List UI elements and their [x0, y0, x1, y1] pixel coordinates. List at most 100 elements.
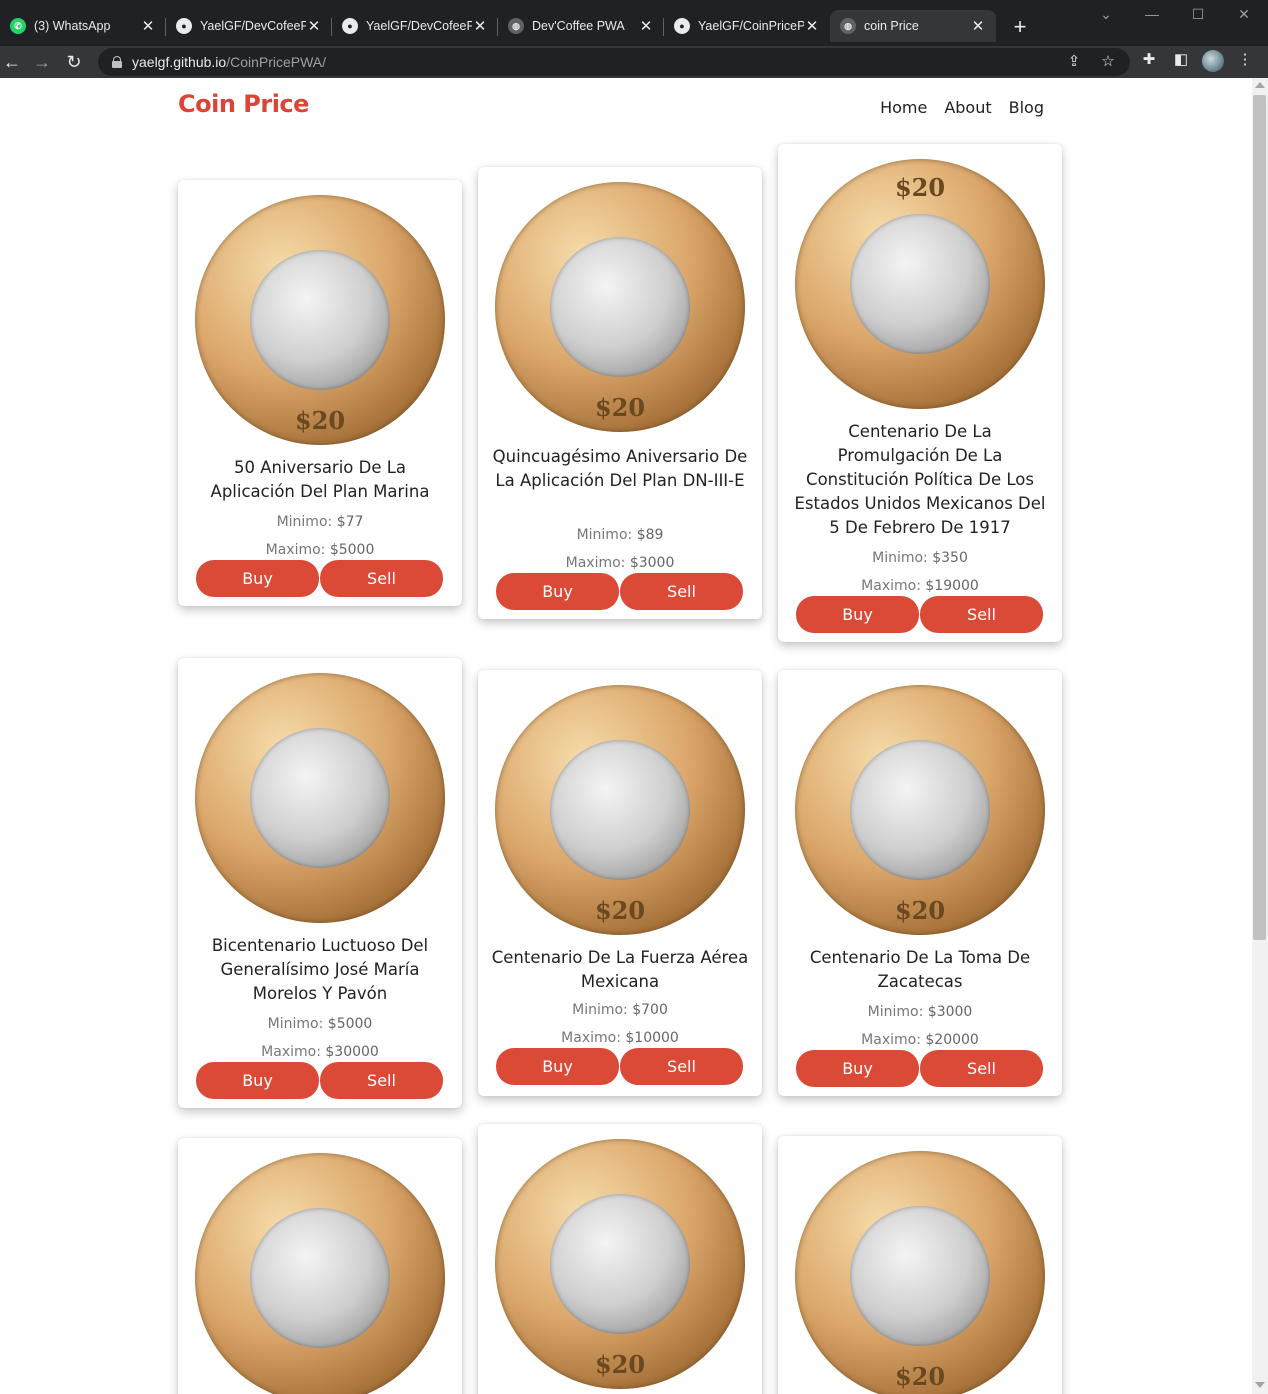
coin-image: $20 — [795, 159, 1045, 409]
close-icon[interactable]: ✕ — [970, 17, 986, 35]
coin-image: $20 — [495, 1139, 745, 1389]
tab-devcoffee-pwa[interactable]: ◍ Dev'Coffee PWA ✕ — [498, 10, 664, 42]
coin-card: $20 Centenario De La Fuerza Aérea Mexica… — [478, 670, 762, 1096]
coin-card: $20 Quincuagésimo Aniversario De La Apli… — [478, 167, 762, 619]
coin-image: $20 — [795, 685, 1045, 935]
buy-button[interactable]: Buy — [196, 560, 319, 597]
coin-title: Centenario De La Fuerza Aérea Mexicana — [491, 948, 749, 991]
sell-button[interactable]: Sell — [320, 1062, 443, 1099]
coin-card: $20 — [778, 1136, 1062, 1394]
coin-image: $20 — [495, 685, 745, 935]
tab-title: YaelGF/DevCofeePWA — [200, 19, 306, 33]
coin-image: $20 — [195, 195, 445, 445]
min-price: Minimo: $700 — [572, 1002, 668, 1018]
lock-icon[interactable] — [112, 56, 122, 68]
coin-image — [195, 1153, 445, 1394]
buy-button[interactable]: Buy — [496, 1048, 619, 1085]
url-host: yaelgf.github.io — [132, 54, 227, 70]
sell-button[interactable]: Sell — [620, 573, 743, 610]
coin-title: Quincuagésimo Aniversario De La Aplicaci… — [492, 447, 748, 490]
buy-button[interactable]: Buy — [196, 1062, 319, 1099]
bookmark-star-icon[interactable]: ☆ — [1098, 52, 1118, 70]
tab-github-devcofee-1[interactable]: ● YaelGF/DevCofeePWA ✕ — [166, 10, 332, 42]
globe-icon: ◍ — [840, 18, 856, 34]
site-brand[interactable]: Coin Price — [178, 90, 309, 118]
tab-title: YaelGF/DevCofeePWA — [366, 19, 472, 33]
sell-button[interactable]: Sell — [920, 1050, 1043, 1087]
tab-github-devcofee-2[interactable]: ● YaelGF/DevCofeePWA ✕ — [332, 10, 498, 42]
maximize-icon[interactable]: ☐ — [1188, 6, 1208, 23]
coin-image: $20 — [795, 1151, 1045, 1394]
new-tab-button[interactable]: + — [1008, 14, 1032, 40]
tab-title: Dev'Coffee PWA — [532, 19, 625, 33]
github-icon: ● — [176, 18, 192, 34]
tab-search-icon[interactable]: ⌄ — [1096, 6, 1116, 23]
sell-button[interactable]: Sell — [620, 1048, 743, 1085]
sell-button[interactable]: Sell — [920, 596, 1043, 633]
coin-card — [178, 1138, 462, 1394]
browser-tab-strip: ✆ (3) WhatsApp ✕ ● YaelGF/DevCofeePWA ✕ … — [0, 0, 1268, 46]
nav-home-link[interactable]: Home — [880, 98, 927, 117]
github-icon: ● — [674, 18, 690, 34]
min-price: Minimo: $350 — [872, 550, 968, 566]
max-price: Maximo: $3000 — [565, 555, 675, 571]
tab-title: coin Price — [864, 19, 919, 33]
tab-whatsapp[interactable]: ✆ (3) WhatsApp ✕ — [0, 10, 166, 42]
max-price: Maximo: $10000 — [561, 1030, 679, 1046]
menu-kebab-icon[interactable]: ⋮ — [1234, 50, 1256, 72]
reload-icon[interactable]: ↻ — [62, 50, 86, 74]
max-price: Maximo: $20000 — [861, 1032, 979, 1048]
scroll-up-arrow-icon[interactable] — [1255, 82, 1265, 88]
url-path: /CoinPricePWA/ — [226, 54, 327, 70]
side-panel-icon[interactable]: ◧ — [1170, 50, 1192, 72]
close-icon[interactable]: ✕ — [638, 17, 654, 35]
coin-card: $20 Centenario De La Promulgación De La … — [778, 144, 1062, 642]
address-bar[interactable]: yaelgf.github.io/CoinPricePWA/ ⇪ ☆ — [98, 48, 1130, 76]
close-icon[interactable]: ✕ — [140, 17, 156, 35]
main-nav: Home About Blog — [880, 98, 1044, 117]
close-icon[interactable]: ✕ — [804, 17, 820, 35]
coin-image: $20 — [495, 182, 745, 432]
window-close-icon[interactable]: ✕ — [1234, 6, 1254, 23]
globe-icon: ◍ — [508, 18, 524, 34]
minimize-icon[interactable]: — — [1142, 6, 1162, 22]
scrollbar-thumb[interactable] — [1253, 95, 1266, 940]
min-price: Minimo: $77 — [276, 514, 364, 530]
max-price: Maximo: $19000 — [861, 578, 979, 594]
close-icon[interactable]: ✕ — [472, 17, 488, 35]
web-page: Coin Price Home About Blog $20 50 Aniver… — [0, 78, 1252, 1394]
max-price: Maximo: $5000 — [265, 542, 375, 558]
forward-arrow-icon[interactable]: → — [30, 50, 54, 74]
extensions-puzzle-icon[interactable]: ✚ — [1138, 50, 1160, 72]
coin-title: Bicentenario Luctuoso Del Generalísimo J… — [211, 936, 429, 1003]
coin-title: Centenario De La Promulgación De La Cons… — [794, 422, 1046, 537]
buy-button[interactable]: Buy — [496, 573, 619, 610]
coin-card: $20 50 Aniversario De La Aplicación Del … — [178, 180, 462, 606]
close-icon[interactable]: ✕ — [306, 17, 322, 35]
nav-about-link[interactable]: About — [944, 98, 991, 117]
coin-card: $20 — [478, 1124, 762, 1394]
sell-button[interactable]: Sell — [320, 560, 443, 597]
coin-card: Bicentenario Luctuoso Del Generalísimo J… — [178, 658, 462, 1108]
whatsapp-icon: ✆ — [10, 18, 26, 34]
tab-coin-price[interactable]: ◍ coin Price ✕ — [830, 10, 996, 42]
min-price: Minimo: $3000 — [867, 1004, 973, 1020]
browser-toolbar: ← → ↻ yaelgf.github.io/CoinPricePWA/ ⇪ ☆… — [0, 46, 1268, 78]
tab-title: (3) WhatsApp — [34, 19, 111, 33]
tab-title: YaelGF/CoinPricePWA — [698, 19, 804, 33]
buy-button[interactable]: Buy — [796, 596, 919, 633]
profile-avatar[interactable] — [1202, 50, 1224, 72]
coin-title: 50 Aniversario De La Aplicación Del Plan… — [210, 458, 430, 501]
back-arrow-icon[interactable]: ← — [0, 50, 24, 74]
coin-card: $20 Centenario De La Toma De Zacatecas M… — [778, 670, 1062, 1096]
coin-image — [195, 673, 445, 923]
tab-github-coinprice[interactable]: ● YaelGF/CoinPricePWA ✕ — [664, 10, 830, 42]
scroll-down-arrow-icon[interactable] — [1255, 1382, 1265, 1388]
buy-button[interactable]: Buy — [796, 1050, 919, 1087]
min-price: Minimo: $89 — [576, 527, 664, 543]
share-icon[interactable]: ⇪ — [1064, 52, 1084, 70]
max-price: Maximo: $30000 — [261, 1044, 379, 1060]
nav-blog-link[interactable]: Blog — [1009, 98, 1044, 117]
coin-title: Centenario De La Toma De Zacatecas — [809, 948, 1031, 991]
github-icon: ● — [342, 18, 358, 34]
